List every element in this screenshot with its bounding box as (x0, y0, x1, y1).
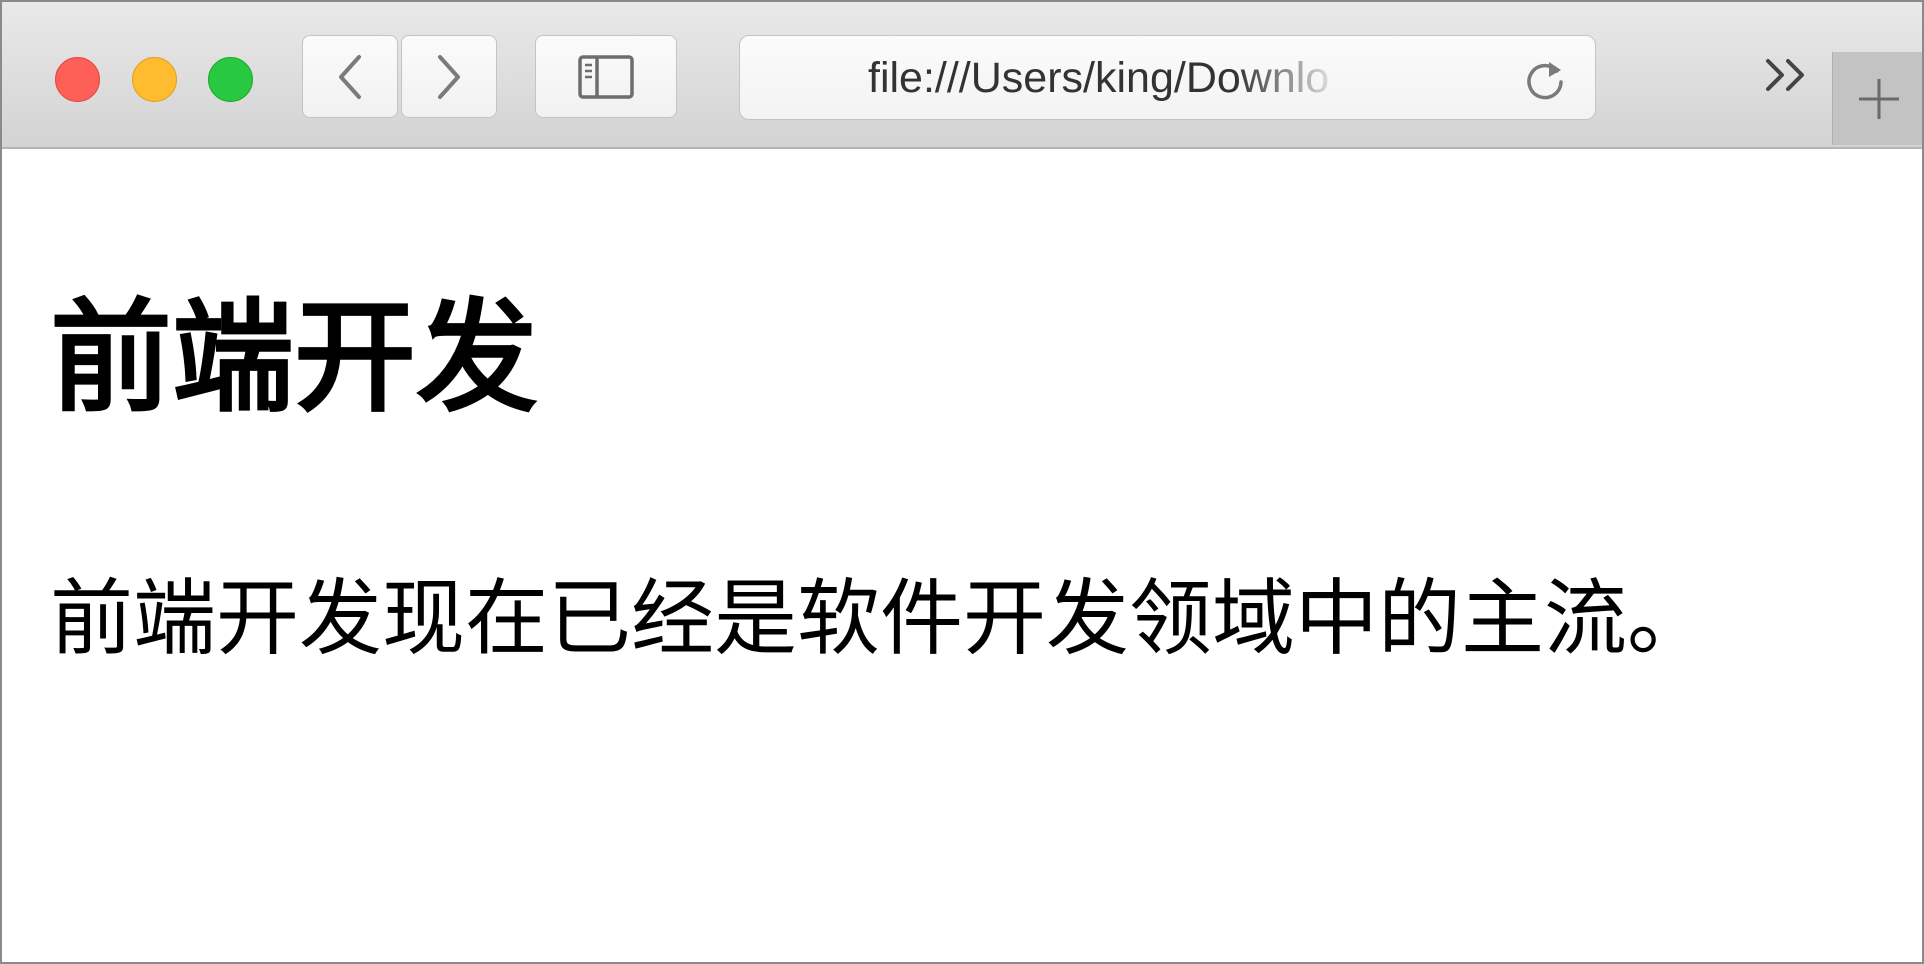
maximize-window-button[interactable] (208, 57, 253, 102)
reload-button[interactable] (1520, 56, 1570, 106)
double-chevron-right-icon (1766, 59, 1804, 91)
browser-window: file:///Users/king/Downloads 前端开发 前端开发现在 (0, 0, 1924, 964)
minimize-window-button[interactable] (132, 57, 177, 102)
sidebar-toggle-button[interactable] (535, 35, 677, 118)
back-button[interactable] (302, 35, 398, 118)
plus-icon (1859, 78, 1899, 119)
address-bar[interactable]: file:///Users/king/Downloads (739, 35, 1596, 120)
chevron-left-icon (339, 54, 361, 99)
sidebar-icon (578, 54, 634, 99)
new-tab-button[interactable] (1832, 52, 1922, 145)
page-content: 前端开发 前端开发现在已经是软件开发领域中的主流。 (2, 149, 1922, 962)
reload-icon (1527, 62, 1563, 100)
url-text[interactable]: file:///Users/king/Downloads (868, 54, 1328, 102)
close-window-button[interactable] (55, 57, 100, 102)
forward-button[interactable] (401, 35, 497, 118)
browser-toolbar: file:///Users/king/Downloads (2, 2, 1922, 149)
page-paragraph: 前端开发现在已经是软件开发领域中的主流。 (50, 570, 1710, 667)
chevron-right-icon (438, 54, 460, 99)
toolbar-overflow-button[interactable] (1760, 50, 1812, 100)
page-heading: 前端开发 (50, 285, 538, 429)
